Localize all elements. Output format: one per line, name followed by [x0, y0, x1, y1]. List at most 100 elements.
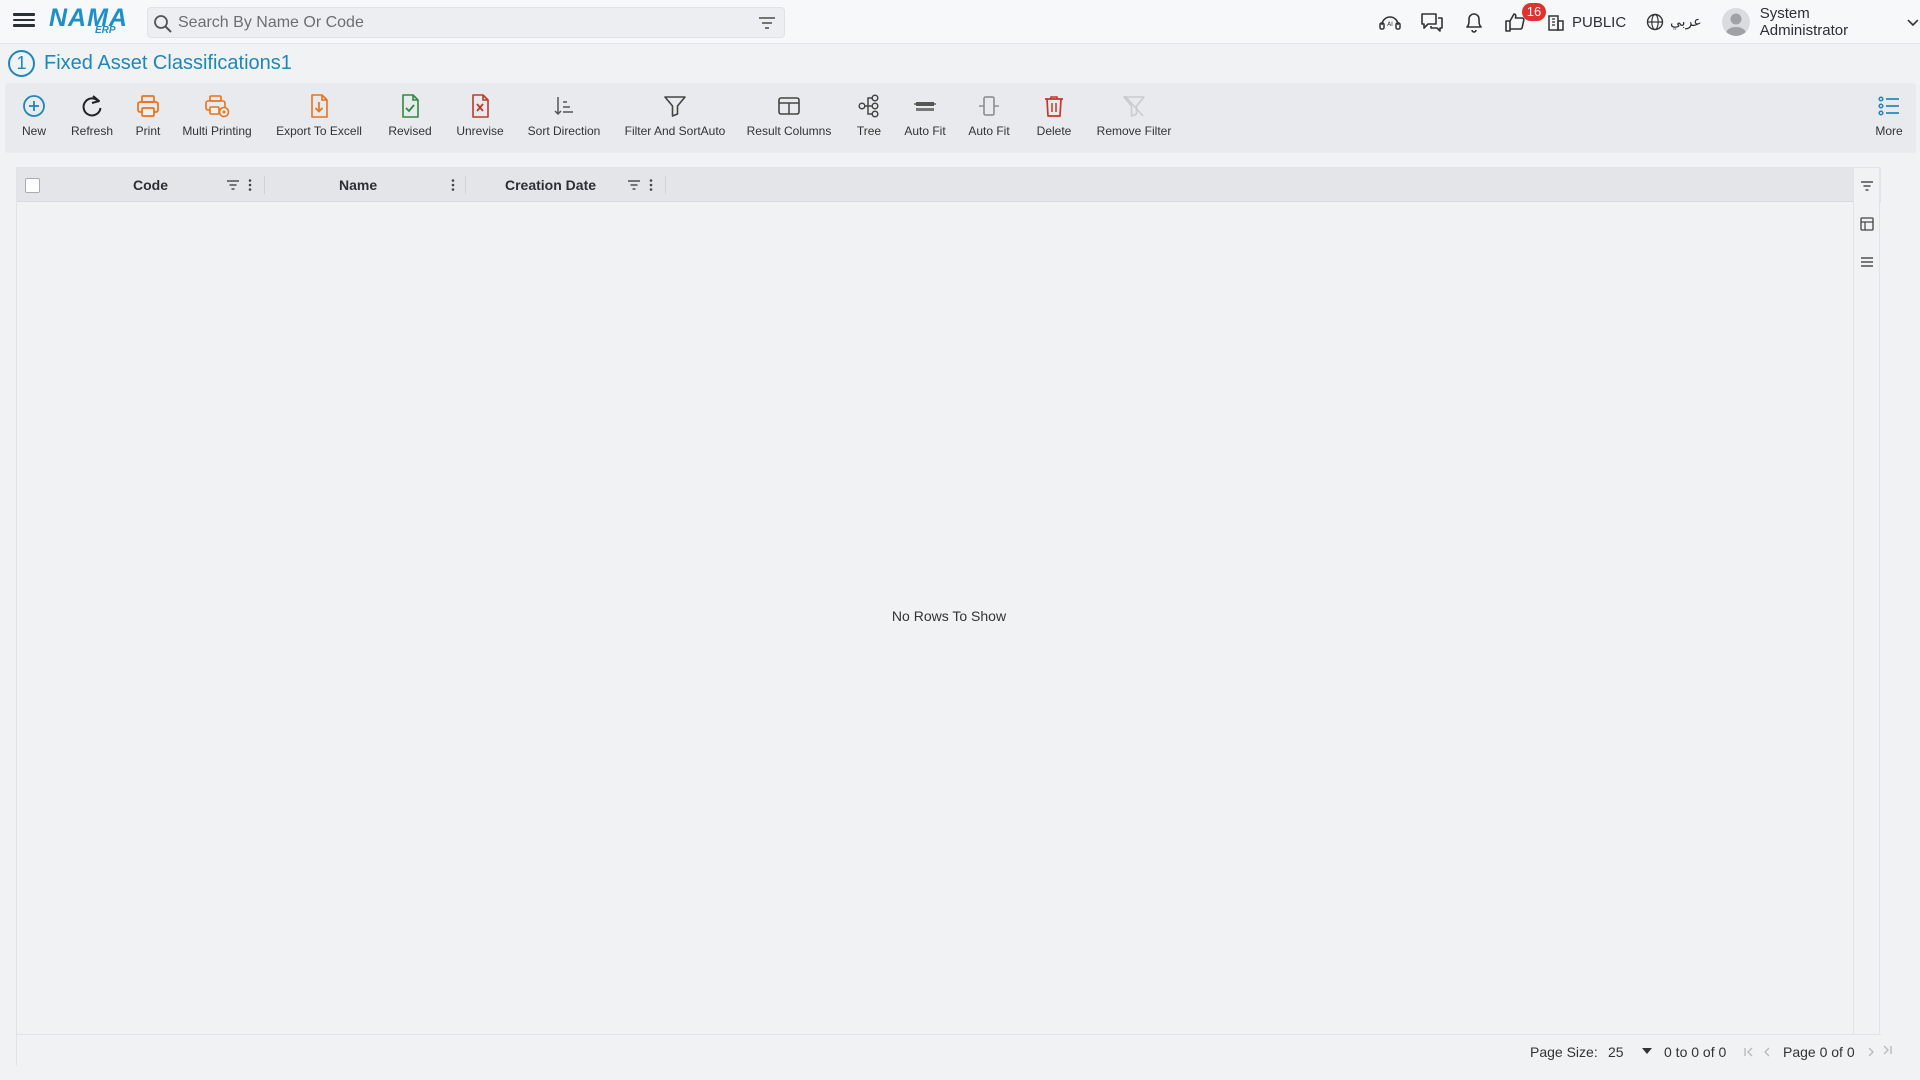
user-silhouette-icon	[1725, 13, 1747, 36]
last-page-icon[interactable]	[1880, 1043, 1894, 1057]
building-icon	[1548, 15, 1564, 31]
grid-header: Code Name Creation Date	[17, 168, 1881, 202]
ai-assistant-icon[interactable]: AI	[1377, 9, 1403, 35]
delete-label: Delete	[1036, 124, 1072, 138]
more-button[interactable]: More	[1869, 93, 1909, 147]
column-separator[interactable]	[665, 176, 666, 194]
search-filter-icon[interactable]	[758, 15, 776, 31]
grid-side-panel	[1853, 168, 1879, 1034]
page-size-select[interactable]: 25	[1604, 1040, 1654, 1062]
side-columns-icon[interactable]	[1859, 216, 1875, 232]
chat-icon[interactable]	[1419, 9, 1445, 35]
new-button[interactable]: New	[11, 93, 57, 147]
revised-document-icon	[402, 94, 419, 118]
empty-grid-message: No Rows To Show	[891, 608, 1007, 624]
column-header-name[interactable]: Name	[339, 177, 377, 193]
user-name: System Administrator	[1759, 5, 1849, 39]
print-button[interactable]: Print	[127, 93, 169, 147]
data-grid: Code Name Creation Date No Rows To Show …	[16, 167, 1881, 1067]
column-separator[interactable]	[465, 176, 466, 194]
revised-button[interactable]: Revised	[383, 93, 437, 147]
next-page-icon[interactable]	[1864, 1045, 1878, 1059]
remove-filter-button[interactable]: Remove Filter	[1088, 93, 1180, 147]
auto-fit-rows-icon	[914, 102, 936, 111]
column-filter-icon[interactable]	[627, 178, 641, 192]
result-columns-button[interactable]: Result Columns	[742, 93, 836, 147]
column-header-code[interactable]: Code	[133, 177, 168, 193]
column-filter-icon[interactable]	[226, 178, 240, 192]
column-menu-icon[interactable]	[446, 178, 460, 192]
bell-icon[interactable]	[1461, 9, 1487, 35]
language-switcher[interactable]: عربي	[1646, 9, 1702, 35]
multi-printing-label: Multi Printing	[182, 124, 252, 138]
printer-icon	[137, 95, 159, 117]
auto-fit-columns-label: Auto Fit	[968, 124, 1010, 138]
multi-printer-icon	[205, 95, 230, 118]
export-to-excel-button[interactable]: Export To Excell	[272, 93, 366, 147]
tree-icon	[858, 94, 879, 118]
list-icon	[1878, 96, 1899, 116]
sort-direction-icon	[554, 97, 573, 116]
page-size-label: Page Size:	[1530, 1044, 1598, 1060]
branch-label: PUBLIC	[1572, 13, 1627, 31]
select-all-checkbox[interactable]	[25, 178, 40, 193]
multi-printing-button[interactable]: Multi Printing	[177, 93, 257, 147]
more-label: More	[1875, 124, 1903, 138]
columns-icon	[778, 97, 800, 115]
search-icon[interactable]	[153, 14, 173, 34]
logo[interactable]: NAMA ERP	[49, 4, 133, 38]
filter-and-sort-button[interactable]: Filter And SortAuto	[619, 93, 731, 147]
sort-direction-button[interactable]: Sort Direction	[520, 93, 608, 147]
column-menu-icon[interactable]	[644, 178, 658, 192]
page-indicator-text: Page 0 of 0	[1783, 1044, 1855, 1060]
auto-fit-rows-label: Auto Fit	[904, 124, 946, 138]
branch-selector[interactable]: PUBLIC	[1546, 9, 1626, 35]
filter-and-sort-label: Filter And SortAuto	[624, 124, 726, 138]
delete-button[interactable]: Delete	[1029, 93, 1079, 147]
side-menu-icon[interactable]	[1859, 254, 1875, 270]
search-box	[147, 7, 785, 38]
remove-filter-icon	[1123, 95, 1145, 117]
first-page-icon[interactable]	[1742, 1045, 1756, 1059]
unrevise-button[interactable]: Unrevise	[450, 93, 510, 147]
search-input[interactable]	[178, 12, 738, 34]
tree-button[interactable]: Tree	[847, 93, 891, 147]
column-menu-icon[interactable]	[243, 178, 257, 192]
toolbar: New Refresh Print Multi Printing Export …	[5, 83, 1916, 153]
remove-filter-label: Remove Filter	[1096, 124, 1172, 138]
tree-label: Tree	[856, 124, 882, 138]
side-filter-icon[interactable]	[1859, 178, 1875, 194]
column-separator[interactable]	[264, 176, 265, 194]
row-range-text: 0 to 0 of 0	[1664, 1044, 1727, 1060]
revised-label: Revised	[388, 124, 432, 138]
logo-text: NAMA	[49, 4, 128, 32]
refresh-button[interactable]: Refresh	[63, 93, 121, 147]
chevron-down-icon	[1907, 19, 1919, 27]
auto-fit-columns-button[interactable]: Auto Fit	[964, 93, 1014, 147]
hamburger-menu-icon[interactable]	[13, 11, 35, 33]
print-label: Print	[135, 124, 161, 138]
page-size-value: 25	[1608, 1044, 1624, 1060]
sort-direction-label: Sort Direction	[527, 124, 601, 138]
svg-text:AI: AI	[1387, 21, 1393, 28]
caret-down-icon	[1642, 1048, 1652, 1054]
refresh-label: Refresh	[70, 124, 114, 138]
notification-badge: 16	[1522, 3, 1546, 21]
result-columns-label: Result Columns	[746, 124, 832, 138]
export-to-excel-label: Export To Excell	[276, 124, 362, 138]
plus-circle-icon	[23, 95, 45, 117]
tab-number: 1	[8, 49, 35, 77]
page-title-row: 1 Fixed Asset Classifications1	[8, 48, 292, 78]
export-excel-icon	[311, 94, 328, 118]
trash-icon	[1045, 96, 1063, 117]
grid-footer: Page Size: 25 0 to 0 of 0 Page 0 of 0	[17, 1034, 1881, 1067]
top-bar: NAMA ERP AI 16 PUBLIC عربي System Admini…	[0, 0, 1920, 44]
auto-fit-rows-button[interactable]: Auto Fit	[900, 93, 950, 147]
page-title: Fixed Asset Classifications1	[44, 51, 292, 74]
new-label: New	[21, 124, 46, 138]
user-menu[interactable]: System Administrator	[1722, 5, 1920, 39]
previous-page-icon[interactable]	[1760, 1045, 1774, 1059]
column-header-creation-date[interactable]: Creation Date	[505, 177, 596, 193]
funnel-icon	[664, 96, 686, 117]
unrevise-label: Unrevise	[456, 124, 504, 138]
